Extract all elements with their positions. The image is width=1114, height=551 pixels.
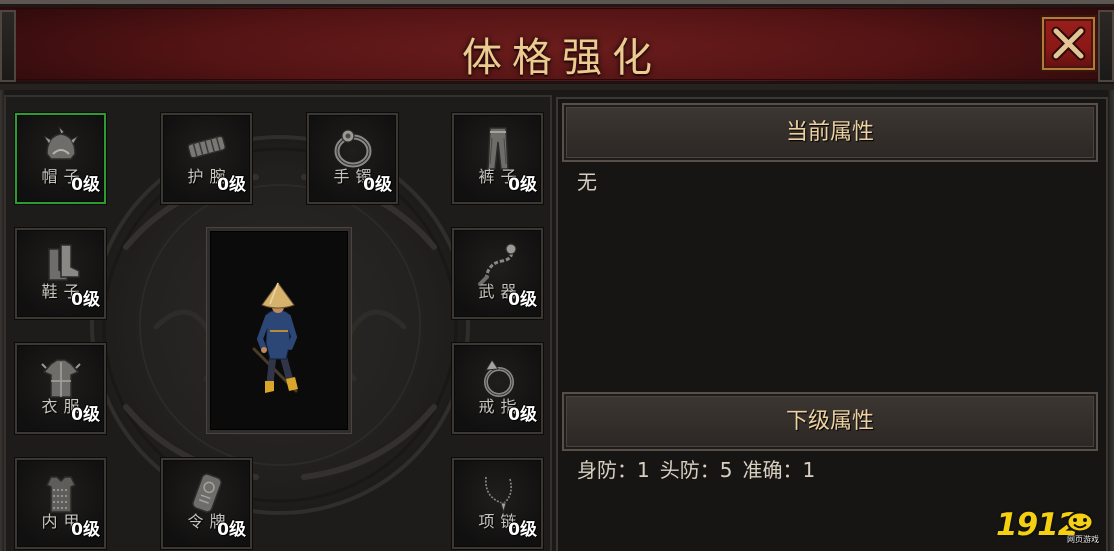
slot-level: 0级 bbox=[71, 175, 100, 195]
slot-level: 0级 bbox=[217, 175, 246, 195]
equipment-slot-ring[interactable]: 戒指 0级 bbox=[452, 343, 543, 434]
attribute-item: 身防：1 bbox=[577, 458, 650, 482]
attribute-item: 头防：5 bbox=[659, 458, 733, 482]
next-attributes-title: 下级属性 bbox=[785, 409, 874, 434]
equipment-slot-clothes[interactable]: 衣服 0级 bbox=[15, 343, 106, 434]
brand-tagline: 网页游戏 bbox=[1067, 535, 1099, 544]
slot-level: 0级 bbox=[508, 175, 537, 195]
close-icon bbox=[1051, 26, 1086, 61]
slot-level: 0级 bbox=[508, 290, 537, 310]
equipment-slot-shoes[interactable]: 鞋子 0级 bbox=[15, 228, 106, 319]
current-attributes-header: 当前属性 bbox=[562, 103, 1098, 162]
necklace-icon bbox=[485, 476, 512, 514]
equipment-slot-bracer[interactable]: 护腕 0级 bbox=[161, 113, 252, 204]
weapon-icon bbox=[478, 243, 517, 286]
pants-icon bbox=[487, 127, 509, 170]
character-figure bbox=[252, 282, 298, 393]
slot-level: 0级 bbox=[71, 290, 100, 310]
physique-enhance-window: 体格强化 帽子 0级 护腕 0级 手镯 0级 裤子 0级 鞋子 0级 武器 0级… bbox=[0, 0, 1114, 551]
inner-armor-icon bbox=[45, 476, 77, 513]
close-button[interactable] bbox=[1040, 15, 1097, 72]
slot-level: 0级 bbox=[217, 520, 246, 540]
ring-icon bbox=[484, 359, 514, 397]
slot-level: 0级 bbox=[508, 520, 537, 540]
boots-icon bbox=[48, 244, 80, 281]
next-attributes-list: 身防：1 头防：5 准确：1 bbox=[577, 458, 825, 482]
current-attributes-title: 当前属性 bbox=[785, 120, 874, 145]
equipment-slot-token[interactable]: 令牌 0级 bbox=[161, 458, 252, 549]
brand-logo: 1912 网页游戏 bbox=[996, 506, 1106, 548]
attribute-item: 准确：1 bbox=[742, 458, 816, 482]
header-ornament-line bbox=[14, 8, 1100, 9]
equipment-slot-necklace[interactable]: 项链 0级 bbox=[452, 458, 543, 549]
equipment-slot-pants[interactable]: 裤子 0级 bbox=[452, 113, 543, 204]
window-title: 体格强化 bbox=[462, 35, 662, 81]
equipment-slot-weapon[interactable]: 武器 0级 bbox=[452, 228, 543, 319]
window-header: 体格强化 bbox=[0, 0, 1114, 90]
token-icon bbox=[192, 473, 222, 513]
next-attributes-header: 下级属性 bbox=[562, 392, 1098, 451]
smiley-badge-icon bbox=[1066, 511, 1094, 533]
equipment-slot-bracelet[interactable]: 手镯 0级 bbox=[307, 113, 398, 204]
bracer-icon bbox=[187, 135, 227, 159]
character-preview bbox=[207, 228, 351, 433]
attributes-panel bbox=[556, 97, 1108, 551]
slot-level: 0级 bbox=[363, 175, 392, 195]
helmet-icon bbox=[43, 125, 79, 160]
bracelet-icon bbox=[334, 129, 372, 168]
current-attributes-value: 无 bbox=[577, 170, 597, 194]
equipment-slot-inner-armor[interactable]: 内甲 0级 bbox=[15, 458, 106, 549]
equipment-slot-hat[interactable]: 帽子 0级 bbox=[15, 113, 106, 204]
slot-level: 0级 bbox=[71, 520, 100, 540]
slot-level: 0级 bbox=[508, 405, 537, 425]
slot-level: 0级 bbox=[71, 405, 100, 425]
armor-icon bbox=[41, 359, 81, 398]
